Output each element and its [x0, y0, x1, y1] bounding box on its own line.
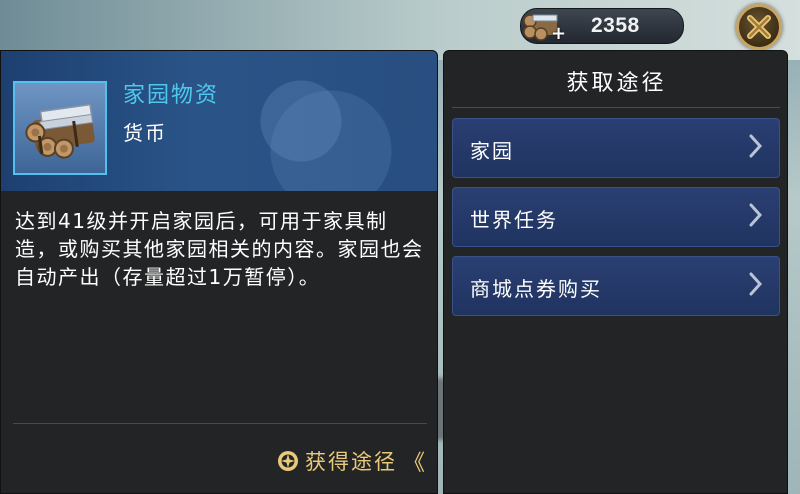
item-detail-panel: 家园物资 货币 达到41级并开启家园后，可用于家具制造，或购买其他家园相关的内容…	[0, 50, 438, 494]
resource-value: 2358	[591, 14, 640, 37]
close-icon	[747, 15, 771, 39]
source-button-home[interactable]: 家园	[452, 118, 780, 178]
double-chevron-icon: 《	[402, 451, 425, 476]
source-button-world-quest[interactable]: 世界任务	[452, 187, 780, 247]
source-label: 家园	[470, 139, 514, 163]
source-label: 商城点券购买	[470, 277, 602, 301]
compass-icon	[277, 451, 298, 471]
close-button[interactable]	[736, 4, 782, 50]
divider	[452, 107, 780, 108]
sources-title: 获取途径	[566, 71, 667, 96]
source-button-shop-coupon[interactable]: 商城点券购买	[452, 256, 780, 316]
chevron-right-icon	[749, 134, 763, 158]
resource-counter[interactable]: + 2358	[520, 8, 684, 44]
chevron-right-icon	[749, 203, 763, 227]
obtain-method-link[interactable]: 获得途径 《	[277, 445, 425, 477]
timber-bundle-icon	[25, 103, 95, 159]
item-type: 货币	[123, 121, 167, 145]
item-header: 家园物资 货币	[1, 51, 437, 191]
item-description: 达到41级并开启家园后，可用于家具制造，或购买其他家园相关的内容。家园也会自动产…	[15, 209, 424, 289]
item-name: 家园物资	[123, 83, 220, 108]
sources-panel: 获取途径 家园 世界任务 商城点券购买	[443, 50, 788, 494]
obtain-method-label: 获得途径	[304, 450, 397, 474]
resource-add-icon[interactable]: +	[551, 25, 566, 43]
source-label: 世界任务	[470, 208, 558, 232]
divider	[13, 423, 427, 424]
chevron-right-icon	[749, 272, 763, 296]
item-icon-frame	[13, 81, 107, 175]
